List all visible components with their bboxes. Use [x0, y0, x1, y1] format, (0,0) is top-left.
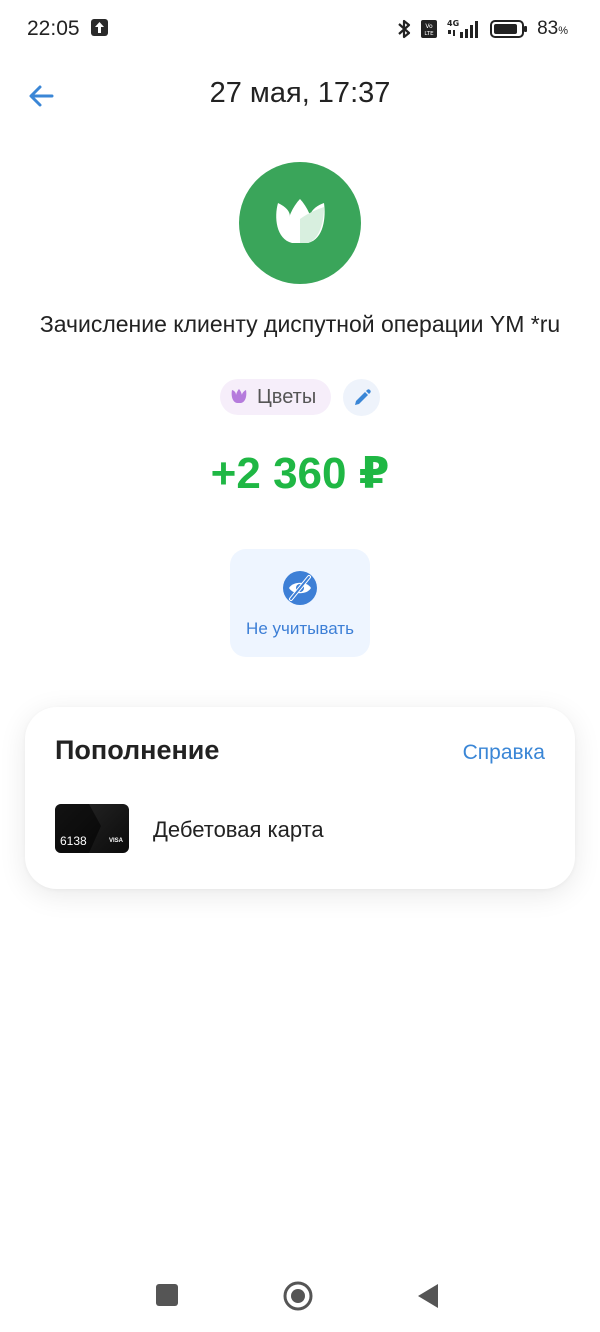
tulip-icon: [276, 199, 325, 243]
card-brand: VISA: [108, 838, 123, 844]
transaction-details-screen: 22:05 Vo LTE 4G 83% 27 мая, 17:37 Зачисл…: [0, 0, 600, 1332]
category-label: Цветы: [257, 385, 317, 408]
ignore-label: Не учитывать: [246, 619, 354, 638]
merchant-logo: [239, 162, 361, 284]
pencil-icon: [354, 388, 371, 405]
volte-icon: Vo LTE: [420, 19, 438, 39]
svg-text:Vo: Vo: [425, 23, 433, 30]
recent-apps-icon[interactable]: [156, 1284, 178, 1306]
status-icons: Vo LTE 4G 83%: [395, 18, 568, 40]
page-title: 27 мая, 17:37: [209, 77, 391, 109]
bank-card-thumbnail: 6138 VISA: [55, 804, 129, 853]
status-time: 22:05: [27, 17, 80, 40]
card-number-tail: 6138: [60, 834, 87, 848]
battery-icon: [490, 19, 528, 39]
status-bar: 22:05 Vo LTE 4G 83%: [0, 0, 600, 58]
svg-text:LTE: LTE: [425, 31, 435, 37]
help-link[interactable]: Справка: [463, 741, 545, 765]
ignore-button[interactable]: Не учитывать: [230, 549, 370, 657]
edit-category-button[interactable]: [343, 379, 380, 416]
upload-icon: [91, 19, 108, 36]
tulip-icon: [231, 389, 247, 403]
battery-percent: 83%: [537, 18, 568, 39]
system-nav-bar: [0, 1260, 600, 1332]
bluetooth-icon: [395, 18, 413, 40]
transaction-amount: +2 360 ₽: [210, 449, 390, 498]
signal-icon: 4G: [445, 18, 483, 40]
home-icon[interactable]: [283, 1281, 313, 1311]
operation-details-card: Пополнение Справка 6138 VISA Дебетовая к…: [25, 707, 575, 889]
svg-text:4G: 4G: [447, 19, 459, 28]
operation-type-title: Пополнение: [55, 735, 220, 765]
category-chip[interactable]: Цветы: [220, 379, 331, 415]
account-label: Дебетовая карта: [153, 817, 324, 842]
eye-crossed-icon: [281, 569, 319, 612]
merchant-name: Зачисление клиенту диспутной операции YM…: [39, 311, 561, 337]
back-icon[interactable]: [416, 1282, 440, 1310]
